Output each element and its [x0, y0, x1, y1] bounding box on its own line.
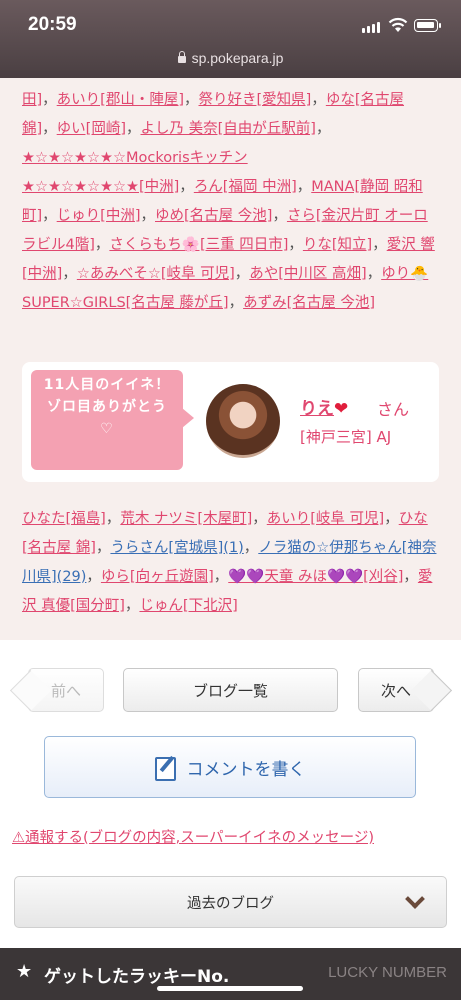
separator: ，	[272, 208, 287, 224]
separator: ，	[296, 179, 312, 195]
liker-link[interactable]: あいり[岐阜 可児]	[267, 511, 384, 527]
separator: ，	[42, 121, 57, 137]
separator: ，	[124, 598, 140, 614]
wifi-icon	[388, 17, 408, 32]
separator: ，	[126, 121, 141, 137]
battery-icon	[414, 19, 441, 32]
url-text: sp.pokepara.jp	[191, 50, 284, 66]
lock-icon	[177, 51, 186, 63]
liker-link[interactable]: あいり[郡山・陣屋]	[57, 92, 184, 108]
user-name-link[interactable]: りえ❤	[300, 394, 348, 419]
user-name: りえ	[300, 399, 334, 419]
honorific: さん	[377, 400, 410, 419]
liker-link[interactable]: 💜💜天童 みほ💜💜[刈谷]	[228, 569, 403, 585]
like-card: 11人目のイイネ！ ゾロ目ありがとう ♡ りえ❤ さん [神戸三宮] AJ	[22, 362, 439, 482]
home-indicator[interactable]	[157, 986, 303, 991]
liker-link[interactable]: ☆あみべそ☆[岐阜 可児]	[77, 266, 235, 282]
separator: ，	[243, 540, 259, 556]
separator: ，	[315, 121, 331, 137]
lucky-number-en: LUCKY NUMBER	[328, 964, 447, 981]
lucky-number-title: ゲットしたラッキーNo.	[44, 967, 230, 987]
liker-link[interactable]: 田]	[22, 92, 42, 108]
bubble-line-1: 11人目のイイネ！	[43, 377, 171, 393]
separator: ，	[252, 511, 267, 527]
lucky-number-bar[interactable]: ★ ゲットしたラッキーNo. LUCKY NUMBER	[0, 948, 461, 1000]
bubble-line-2: ゾロ目ありがとう	[47, 399, 167, 415]
separator: ，	[95, 540, 111, 556]
next-button[interactable]: 次へ	[358, 668, 434, 712]
like-message-bubble: 11人目のイイネ！ ゾロ目ありがとう ♡	[31, 370, 194, 470]
separator: ，	[42, 92, 57, 108]
liker-link[interactable]: よし乃 美奈[自由が丘駅前]	[141, 121, 316, 137]
liker-link[interactable]: じゅり[中洲]	[57, 208, 141, 224]
separator: ，	[311, 92, 326, 108]
liker-link[interactable]: りな[知立]	[303, 237, 372, 253]
liker-link[interactable]: ゆら[向ヶ丘遊園]	[101, 569, 214, 585]
separator: ，	[86, 569, 101, 585]
avatar[interactable]	[206, 384, 280, 458]
separator: ，	[384, 511, 399, 527]
heart-outline-icon: ♡	[100, 421, 114, 437]
separator: ，	[179, 179, 194, 195]
separator: ，	[372, 237, 387, 253]
separator: ，	[366, 266, 382, 282]
past-blog-button[interactable]: 過去のブログ	[14, 876, 447, 928]
liker-link[interactable]: あずみ[名古屋 今池]	[243, 295, 375, 311]
liker-list-bottom: ひなた[福島]，荒木 ナツミ[木屋町]，あいり[岐阜 可児]，ひな[名古屋 錦]…	[22, 505, 440, 621]
liker-link[interactable]: 祭り好き[愛知県]	[199, 92, 312, 108]
liker-list-top: 田]，あいり[郡山・陣屋]，祭り好き[愛知県]，ゆな[名古屋 錦]，ゆい[岡崎]…	[22, 86, 440, 318]
status-time: 20:59	[28, 14, 77, 35]
signal-icon	[362, 22, 380, 33]
liker-link[interactable]: あや[中川区 高畑]	[249, 266, 366, 282]
write-comment-button[interactable]: コメントを書く	[44, 736, 416, 798]
prev-button[interactable]: 前へ	[28, 668, 104, 712]
liker-link[interactable]: ★☆★☆★☆★☆★[中洲]	[22, 179, 179, 195]
user-shop: [神戸三宮] AJ	[300, 428, 392, 446]
blog-list-button[interactable]: ブログ一覧	[123, 668, 338, 712]
separator: ，	[62, 266, 77, 282]
separator: ，	[140, 208, 156, 224]
report-link[interactable]: ⚠通報する(ブログの内容,スーパーイイネのメッセージ)	[12, 826, 374, 847]
liker-link[interactable]: さくらもち🌸[三重 四日市]	[109, 237, 288, 253]
separator: ，	[228, 295, 244, 311]
pen-icon	[154, 755, 177, 781]
next-label: 次へ	[380, 681, 411, 700]
liker-link[interactable]: ★☆★☆★☆★☆Mockorisキッチン	[22, 150, 248, 166]
write-comment-label: コメントを書く	[186, 759, 306, 780]
separator: ，	[105, 511, 121, 527]
liker-link[interactable]: ゆい[岡崎]	[57, 121, 126, 137]
separator: ，	[234, 266, 250, 282]
liker-link[interactable]: 荒木 ナツミ[木屋町]	[120, 511, 252, 527]
heart-icon: ❤	[334, 399, 349, 419]
liker-link[interactable]: ゆめ[名古屋 今池]	[155, 208, 272, 224]
address-bar[interactable]: sp.pokepara.jp	[0, 50, 461, 66]
separator: ，	[42, 208, 57, 224]
liker-link[interactable]: じゅん[下北沢]	[139, 598, 237, 614]
past-blog-label: 過去のブログ	[187, 895, 274, 912]
liker-link[interactable]: ろん[福岡 中洲]	[194, 179, 297, 195]
prev-label: 前へ	[50, 681, 81, 700]
liker-link[interactable]: ひなた[福島]	[22, 511, 106, 527]
separator: ，	[184, 92, 199, 108]
star-icon: ★	[16, 961, 33, 982]
blog-list-label: ブログ一覧	[192, 681, 268, 700]
chevron-down-icon	[405, 889, 425, 909]
separator: ，	[288, 237, 303, 253]
status-bar: 20:59 sp.pokepara.jp	[0, 0, 461, 78]
liker-link[interactable]: うらさん[宮城県](1)	[110, 540, 243, 556]
separator: ，	[94, 237, 110, 253]
separator: ，	[213, 569, 229, 585]
separator: ，	[403, 569, 418, 585]
